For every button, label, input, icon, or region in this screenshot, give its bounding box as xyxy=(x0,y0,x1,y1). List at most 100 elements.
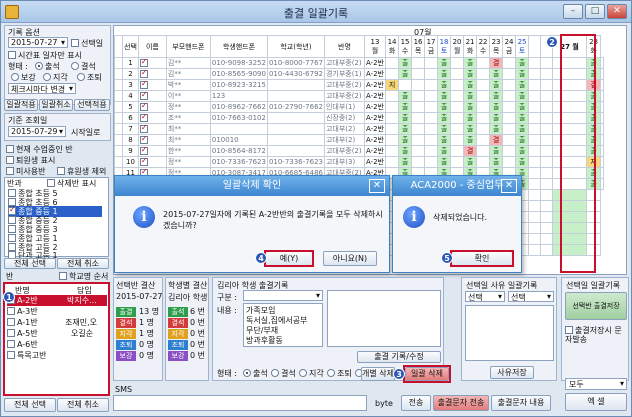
day-cell[interactable] xyxy=(450,57,465,69)
reason-save-button[interactable]: 사유저장 xyxy=(490,366,534,379)
day-cell[interactable] xyxy=(450,123,465,135)
day-cell[interactable]: 출 xyxy=(515,101,530,113)
current-class-check[interactable]: 현재 수업중인 반 xyxy=(6,144,73,155)
checkbox-icon[interactable] xyxy=(139,146,148,155)
day-cell[interactable]: 출 xyxy=(437,123,452,135)
day-cell[interactable]: 출 xyxy=(463,123,478,135)
day-cell[interactable] xyxy=(540,134,554,146)
day-cell[interactable] xyxy=(540,145,554,157)
day-cell[interactable]: 출 xyxy=(398,145,413,157)
day-cell[interactable] xyxy=(476,112,491,124)
day-cell[interactable] xyxy=(540,101,554,113)
checkbox-icon[interactable] xyxy=(139,69,148,78)
day-cell[interactable] xyxy=(385,112,400,124)
selected-day-cell[interactable]: 출 xyxy=(586,134,602,146)
row-check-cell[interactable] xyxy=(137,101,167,113)
day-cell[interactable]: 출 xyxy=(398,101,413,113)
form-radio-attend[interactable]: 출석 xyxy=(243,368,268,379)
selected-day-cell[interactable]: 출 xyxy=(586,57,602,69)
selected-day-cell[interactable]: 출 xyxy=(586,167,602,179)
selected-day-cell[interactable]: 출 xyxy=(586,178,602,190)
day-cell[interactable] xyxy=(450,101,465,113)
unused-class-check[interactable]: 미사용반 xyxy=(6,166,45,177)
day-cell[interactable] xyxy=(540,90,554,102)
day-cell[interactable]: 출 xyxy=(437,68,452,80)
day-cell[interactable]: 출 xyxy=(463,57,478,69)
day-cell[interactable] xyxy=(600,79,605,91)
column-header[interactable]: 반명 xyxy=(323,35,365,58)
day-cell[interactable] xyxy=(600,178,605,190)
column-header[interactable]: 학생핸드폰 xyxy=(209,35,268,58)
day-cell[interactable]: 출 xyxy=(515,112,530,124)
day-cell[interactable] xyxy=(600,68,605,80)
day-cell[interactable] xyxy=(540,156,554,168)
type-radio-attend[interactable]: 출석 xyxy=(35,61,60,72)
division-select[interactable] xyxy=(243,290,323,301)
day-cell[interactable]: 출 xyxy=(463,112,478,124)
no-button[interactable]: 아니요(N) xyxy=(323,251,377,266)
day-cell[interactable]: 결 xyxy=(489,57,504,69)
day-cell[interactable] xyxy=(411,123,426,135)
sms-input[interactable] xyxy=(113,395,367,411)
batch-cancel-button[interactable]: 일괄취소 xyxy=(39,99,73,111)
batch-delete-button[interactable]: 일괄 삭제 xyxy=(405,367,449,381)
day-cell[interactable] xyxy=(450,90,465,102)
day-cell[interactable] xyxy=(528,112,542,124)
table-row[interactable]: 9한**010-8564-8172고대부중(2)A-2반출출결출출출 xyxy=(114,145,605,157)
day-cell[interactable]: 출 xyxy=(489,90,504,102)
day-cell[interactable]: 출 xyxy=(398,156,413,168)
day-cell[interactable] xyxy=(476,79,491,91)
day-cell[interactable] xyxy=(600,134,605,146)
record-date-select[interactable]: 2015-07-27 xyxy=(8,37,68,48)
day-cell[interactable] xyxy=(600,156,605,168)
form-radio-late[interactable]: 지각 xyxy=(299,368,324,379)
day-cell[interactable] xyxy=(502,68,517,80)
day-cell[interactable] xyxy=(552,68,588,80)
day-cell[interactable] xyxy=(540,79,554,91)
day-cell[interactable] xyxy=(476,57,491,69)
day-cell[interactable] xyxy=(600,112,605,124)
class-attendance-save-button[interactable]: 선택반 출결저장 xyxy=(565,292,627,320)
day-cell[interactable]: 출 xyxy=(515,134,530,146)
day-cell[interactable] xyxy=(528,79,542,91)
group-deselect-all-button[interactable]: 전체 취소 xyxy=(57,258,109,269)
day-cell[interactable] xyxy=(385,145,400,157)
day-cell[interactable] xyxy=(450,145,465,157)
form-radio-early[interactable]: 조퇴 xyxy=(327,368,352,379)
day-cell[interactable] xyxy=(476,101,491,113)
day-cell[interactable]: 출 xyxy=(515,156,530,168)
type-radio-early[interactable]: 조퇴 xyxy=(77,72,102,83)
day-cell[interactable] xyxy=(600,90,605,102)
column-header[interactable]: 부모핸드폰 xyxy=(165,35,211,58)
checkbox-icon[interactable] xyxy=(139,157,148,166)
selected-day-cell[interactable]: 출 xyxy=(586,112,602,124)
day-cell[interactable] xyxy=(385,156,400,168)
selected-day-header[interactable]: 27 월 xyxy=(552,35,588,58)
day-cell[interactable] xyxy=(476,134,491,146)
timetable-only-check[interactable]: 시간표 일자만 표시 xyxy=(8,50,82,61)
day-cell[interactable] xyxy=(424,134,439,146)
column-header[interactable]: 이름 xyxy=(137,35,167,58)
type-radio-late[interactable]: 지각 xyxy=(43,72,68,83)
row-check-cell[interactable] xyxy=(137,123,167,135)
selected-day-cell[interactable]: 출 xyxy=(586,90,602,102)
day-cell[interactable]: 출 xyxy=(463,101,478,113)
day-cell[interactable] xyxy=(528,101,542,113)
checkbox-icon[interactable] xyxy=(139,135,148,144)
day-cell[interactable] xyxy=(540,57,554,69)
column-header[interactable]: 선택 xyxy=(122,35,139,58)
day-cell[interactable] xyxy=(411,90,426,102)
day-cell[interactable]: 출 xyxy=(515,145,530,157)
type-radio-makeup[interactable]: 보강 xyxy=(11,72,36,83)
table-row[interactable]: 2 김**010-8565-9090010-4430-6792경기부중(1)A-2… xyxy=(114,68,605,80)
content-item[interactable]: 방과후활동 xyxy=(246,335,283,346)
day-cell[interactable]: 출 xyxy=(437,57,452,69)
day-cell[interactable]: 결 xyxy=(463,145,478,157)
class-row[interactable]: A-3반 xyxy=(7,306,38,317)
day-cell[interactable]: 출 xyxy=(437,156,452,168)
day-cell[interactable] xyxy=(528,167,542,179)
table-row[interactable]: 4이**123고대부중(2)A-2반출출출출출출 xyxy=(114,90,605,102)
day-cell[interactable] xyxy=(502,57,517,69)
day-cell[interactable] xyxy=(385,101,400,113)
row-check-cell[interactable] xyxy=(137,79,167,91)
